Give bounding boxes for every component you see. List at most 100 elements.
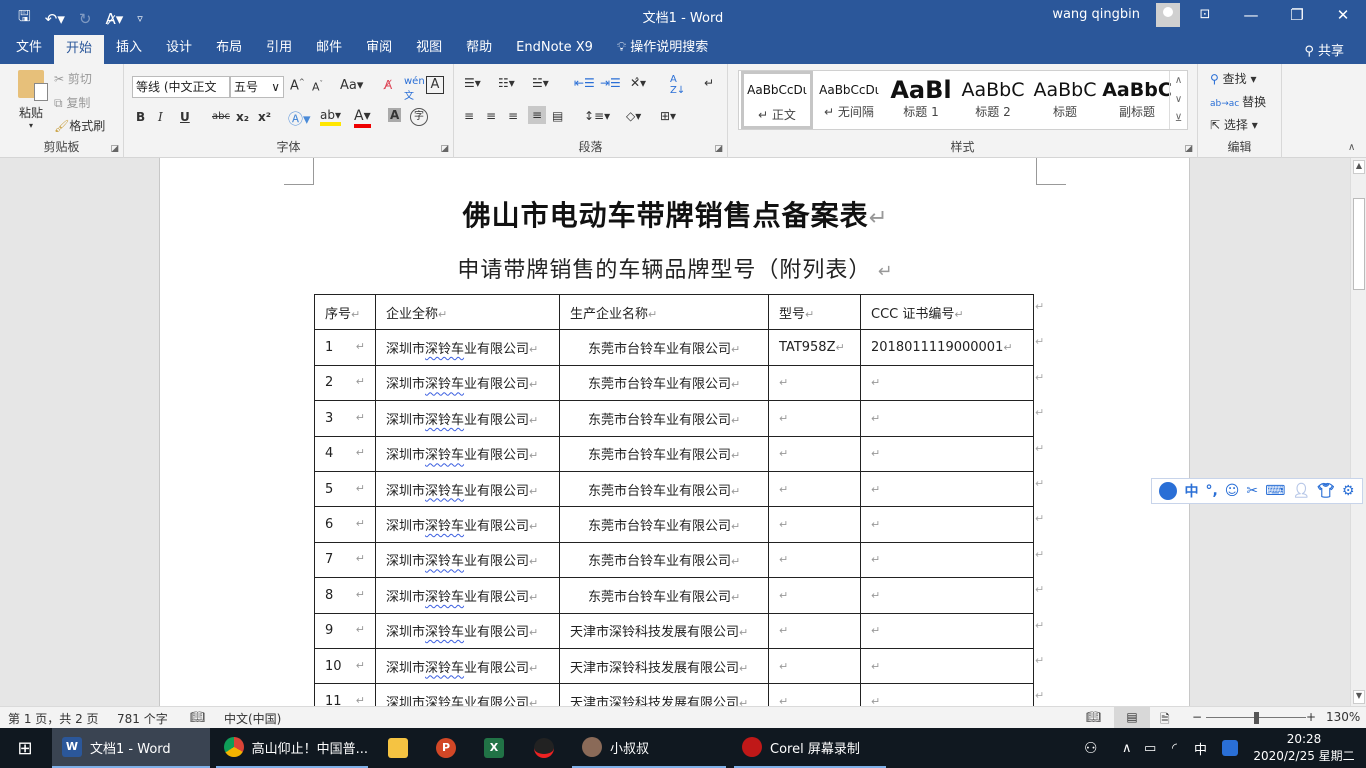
- taskbar-excel[interactable]: X: [474, 728, 514, 768]
- cut-button[interactable]: ✂ 剪切: [54, 70, 92, 87]
- style-heading-2[interactable]: AaBbC 标题 2: [957, 71, 1029, 129]
- table-cell[interactable]: 序号↵: [314, 293, 376, 331]
- change-case-button[interactable]: Aa▾: [340, 78, 363, 93]
- table-cell[interactable]: ↵: [860, 400, 1034, 437]
- table-cell[interactable]: 7 ↵: [314, 541, 376, 579]
- font-name-combo[interactable]: 等线 (中文正文: [132, 76, 230, 98]
- dialog-launcher-icon[interactable]: ◪: [440, 144, 449, 154]
- table-cell[interactable]: 深圳市深铃车业有限公司↵: [375, 577, 560, 614]
- taskbar-chrome[interactable]: 高山仰止！中国普...: [216, 728, 368, 768]
- table-cell[interactable]: ↵: [768, 470, 861, 508]
- document-page[interactable]: 佛山市电动车带牌销售点备案表↵ 申请带牌销售的车辆品牌型号（附列表） ↵ 序号↵…: [159, 158, 1190, 706]
- font-color-icon[interactable]: A▾: [354, 108, 371, 128]
- table-cell[interactable]: 深圳市深铃车业有限公司↵: [375, 612, 560, 649]
- enclose-characters-icon[interactable]: 字: [410, 108, 428, 126]
- vertical-scrollbar[interactable]: ▲ ▼: [1350, 158, 1366, 706]
- read-mode-icon[interactable]: 📖︎: [1086, 710, 1101, 724]
- phonetic-guide-icon[interactable]: wén 文: [404, 76, 425, 102]
- numbering-icon[interactable]: ☷▾: [498, 76, 515, 90]
- user-name[interactable]: wang qingbin: [1052, 7, 1140, 22]
- table-cell[interactable]: ↵: [768, 683, 861, 706]
- text-effects-icon[interactable]: Ⓐ▾: [288, 108, 311, 129]
- table-cell[interactable]: 5 ↵: [314, 470, 376, 508]
- bold-button[interactable]: B: [136, 110, 145, 124]
- strikethrough-button[interactable]: abc: [212, 111, 230, 122]
- table-cell[interactable]: 天津市深铃科技发展有限公司↵: [559, 683, 769, 706]
- align-left-icon[interactable]: ≡: [464, 109, 474, 123]
- table-cell[interactable]: 东莞市台铃车业有限公司↵: [559, 329, 769, 366]
- table-cell[interactable]: 深圳市深铃车业有限公司↵: [375, 647, 560, 685]
- copy-button[interactable]: ⧉ 复制: [54, 94, 90, 111]
- distributed-icon[interactable]: ▤: [552, 109, 563, 123]
- table-cell[interactable]: 4 ↵: [314, 435, 376, 472]
- table-cell[interactable]: 东莞市台铃车业有限公司↵: [559, 400, 769, 437]
- character-shading-icon[interactable]: A: [388, 108, 402, 122]
- subscript-button[interactable]: x₂: [236, 110, 249, 124]
- settings-gear-icon[interactable]: ⚙: [1342, 483, 1355, 499]
- tab-file[interactable]: 文件: [0, 34, 54, 64]
- share-button[interactable]: ⚲ 共享: [1304, 40, 1344, 59]
- table-cell[interactable]: ↵: [860, 364, 1034, 402]
- increase-indent-icon[interactable]: ⇥☰: [600, 76, 621, 90]
- table-cell[interactable]: ↵: [860, 435, 1034, 472]
- show-marks-icon[interactable]: ↵: [704, 76, 714, 90]
- table-cell[interactable]: ↵: [768, 400, 861, 437]
- wifi-icon[interactable]: ◜: [1172, 728, 1177, 768]
- ime-indicator[interactable]: 中: [1194, 728, 1207, 768]
- people-icon[interactable]: ⚇: [1084, 728, 1097, 768]
- table-cell[interactable]: 深圳市深铃车业有限公司↵: [375, 400, 560, 437]
- emoji-icon[interactable]: ☺: [1225, 483, 1240, 499]
- punctuation-icon[interactable]: °,: [1205, 483, 1217, 499]
- justify-icon[interactable]: ≡: [528, 106, 547, 124]
- shrink-font-button[interactable]: Aˇ: [312, 80, 323, 94]
- restore-button[interactable]: ❐: [1274, 4, 1320, 26]
- table-cell[interactable]: ↵: [860, 470, 1034, 508]
- table-cell[interactable]: ↵: [768, 541, 861, 579]
- scroll-up-button[interactable]: ▲: [1353, 160, 1365, 174]
- start-button[interactable]: ⊞: [0, 728, 50, 768]
- table-cell[interactable]: TAT958Z↵: [768, 329, 861, 366]
- table-cell[interactable]: ↵: [768, 506, 861, 543]
- table-cell[interactable]: 3 ↵: [314, 400, 376, 437]
- proofing-icon[interactable]: 📖︎: [190, 710, 205, 724]
- table-cell[interactable]: ↵: [768, 577, 861, 614]
- tab-review[interactable]: 审阅: [354, 34, 404, 64]
- language-status[interactable]: 中文(中国): [224, 710, 281, 727]
- table-cell[interactable]: ↵: [768, 364, 861, 402]
- table-cell[interactable]: 2018011119000001↵: [860, 329, 1034, 366]
- table-cell[interactable]: 11 ↵: [314, 683, 376, 706]
- table-cell[interactable]: 9 ↵: [314, 612, 376, 649]
- underline-button[interactable]: U: [180, 110, 190, 124]
- document-subtitle[interactable]: 申请带牌销售的车辆品牌型号（附列表） ↵: [160, 252, 1191, 284]
- qq-tray-icon[interactable]: [1222, 728, 1238, 768]
- align-center-icon[interactable]: ≡: [486, 109, 496, 123]
- minimize-button[interactable]: —: [1228, 4, 1274, 26]
- zoom-in-button[interactable]: +: [1306, 710, 1316, 724]
- superscript-button[interactable]: x²: [258, 110, 271, 124]
- collapse-ribbon-icon[interactable]: ∧: [1348, 142, 1355, 153]
- sogou-logo-icon[interactable]: [1159, 482, 1178, 500]
- table-cell[interactable]: ↵: [768, 435, 861, 472]
- more-styles-icon[interactable]: ⊻: [1170, 109, 1187, 128]
- table-cell[interactable]: 10 ↵: [314, 647, 376, 685]
- taskbar-contact[interactable]: 小叔叔: [572, 728, 726, 768]
- style-no-spacing[interactable]: AaBbCcDι ↵ 无间隔: [813, 71, 885, 129]
- page-count[interactable]: 第 1 页，共 2 页: [8, 710, 99, 727]
- multilevel-list-icon[interactable]: ☱▾: [532, 76, 549, 90]
- shading-icon[interactable]: ◇▾: [626, 109, 641, 123]
- grow-font-button[interactable]: A^: [290, 78, 305, 93]
- tab-references[interactable]: 引用: [254, 34, 304, 64]
- zoom-slider-thumb[interactable]: [1254, 712, 1259, 724]
- document-title[interactable]: 佛山市电动车带牌销售点备案表↵: [160, 194, 1191, 234]
- table-cell[interactable]: ↵: [860, 683, 1034, 706]
- table-cell[interactable]: 东莞市台铃车业有限公司↵: [559, 435, 769, 472]
- borders-icon[interactable]: ⊞▾: [660, 109, 676, 123]
- table-cell[interactable]: 深圳市深铃车业有限公司↵: [375, 435, 560, 472]
- select-button[interactable]: ⇱ 选择 ▾: [1210, 116, 1258, 133]
- style-title[interactable]: AaBbC 标题: [1029, 71, 1101, 129]
- table-cell[interactable]: 6 ↵: [314, 506, 376, 543]
- tab-design[interactable]: 设计: [154, 34, 204, 64]
- battery-icon[interactable]: ▭: [1144, 728, 1156, 768]
- screenshot-scissors-icon[interactable]: ✂: [1246, 483, 1258, 499]
- clear-formatting-icon[interactable]: A̸: [384, 78, 392, 92]
